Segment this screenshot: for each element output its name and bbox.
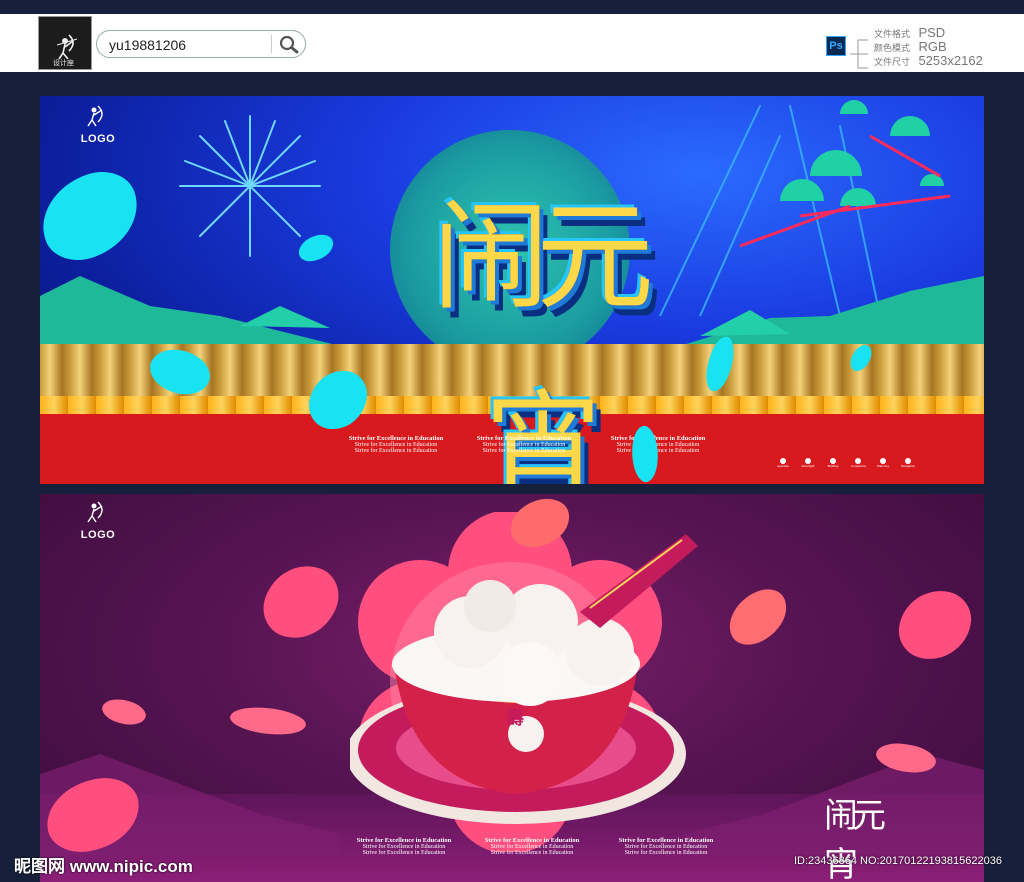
longevity-character: 壽 xyxy=(506,708,524,729)
color-mode-row: 颜色模式 RGB xyxy=(874,40,1024,54)
feature-label: Building xyxy=(827,464,839,468)
slogan-sub: Strive for Excellence in Education xyxy=(490,850,574,856)
brand-logo: LOGO xyxy=(78,500,118,541)
slogan-block: Strive for Excellence in Education Striv… xyxy=(348,837,460,856)
archer-logo-icon: 设计座 xyxy=(53,34,78,67)
petal-decoration xyxy=(894,584,976,666)
slogan-sub: Strive for Excellence in Education xyxy=(482,448,566,454)
file-format-row: 文件格式 PSD xyxy=(874,26,1024,40)
feature-icon: Building xyxy=(826,458,840,468)
petal-decoration xyxy=(718,581,798,653)
feature-icon: Planning xyxy=(876,458,890,468)
banner-preview-1[interactable]: 闹元宵 LOGO Strive for Excellence in Educat… xyxy=(40,96,984,484)
file-format-label: 文件格式 xyxy=(874,29,911,39)
search-divider xyxy=(271,35,272,53)
magnifier-icon xyxy=(279,35,299,54)
search-box[interactable] xyxy=(96,30,306,58)
logo-text: LOGO xyxy=(80,529,116,541)
stamp-title: 闹元宵 xyxy=(824,796,886,882)
archer-logo-icon xyxy=(87,105,103,127)
file-size-value: 5253x2162 xyxy=(918,53,983,68)
slogan-block: Strive for Excellence in Education Striv… xyxy=(602,435,714,454)
archer-logo-icon xyxy=(87,501,103,523)
id-watermark: ID:23436864 NO:20170122193815622036 xyxy=(794,855,1002,867)
search-input[interactable] xyxy=(107,35,266,55)
banner-title: 闹元宵 xyxy=(431,188,654,484)
avatar[interactable]: 设计座 xyxy=(38,16,92,70)
feature-label: Planning xyxy=(877,464,889,468)
slogan-block: Strive for Excellence in Education Striv… xyxy=(610,837,722,856)
svg-text:设计座: 设计座 xyxy=(53,58,74,67)
slogan-block: Strive for Excellence in Education Striv… xyxy=(476,837,588,856)
feature-label: Moonlight xyxy=(801,464,815,468)
slogan-block: Strive for Excellence in Education Striv… xyxy=(468,435,580,454)
file-size-row: 文件尺寸 5253x2162 xyxy=(874,54,1024,68)
file-format-value: PSD xyxy=(918,25,946,40)
petal-decoration xyxy=(255,554,347,650)
site-watermark: 昵图网 www.nipic.com xyxy=(14,857,193,876)
file-size-label: 文件尺寸 xyxy=(874,57,911,67)
banner-preview-2[interactable]: 壽 LOGO 闹元宵 Strive for Excellence in Educ… xyxy=(40,494,984,882)
file-info: 文件格式 PSD 颜色模式 RGB 文件尺寸 5253x2162 xyxy=(874,26,1024,68)
feature-icon-row: Appraise Moonlight Building Companion Pl… xyxy=(776,458,915,468)
photoshop-icon: Ps xyxy=(826,36,846,56)
slogan-sub: Strive for Excellence in Education xyxy=(362,850,446,856)
feature-label: Navigation xyxy=(901,464,916,468)
brand-logo: LOGO xyxy=(78,104,118,145)
color-mode-label: 颜色模式 xyxy=(874,43,911,53)
logo-text: LOGO xyxy=(80,133,116,145)
info-bracket xyxy=(850,39,868,69)
slogan-block: Strive for Excellence in Education Striv… xyxy=(340,435,452,454)
tangyuan-bowl-icon xyxy=(350,534,698,824)
slogan-sub: Strive for Excellence in Education xyxy=(624,850,708,856)
feature-label: Companion xyxy=(851,464,867,468)
slogan-sub: Strive for Excellence in Education xyxy=(354,448,438,454)
feature-label: Appraise xyxy=(777,464,789,468)
color-mode-value: RGB xyxy=(918,39,947,54)
feature-icon: Companion xyxy=(851,458,867,468)
feature-icon: Navigation xyxy=(901,458,915,468)
feature-icon: Appraise xyxy=(776,458,790,468)
search-button[interactable] xyxy=(275,33,303,55)
slogan-sub: Strive for Excellence in Education xyxy=(616,448,700,454)
feature-icon: Moonlight xyxy=(801,458,815,468)
top-bar: 设计座 Ps 文件格式 PSD 颜色模式 RGB 文件尺寸 5253x2162 xyxy=(0,14,1024,72)
